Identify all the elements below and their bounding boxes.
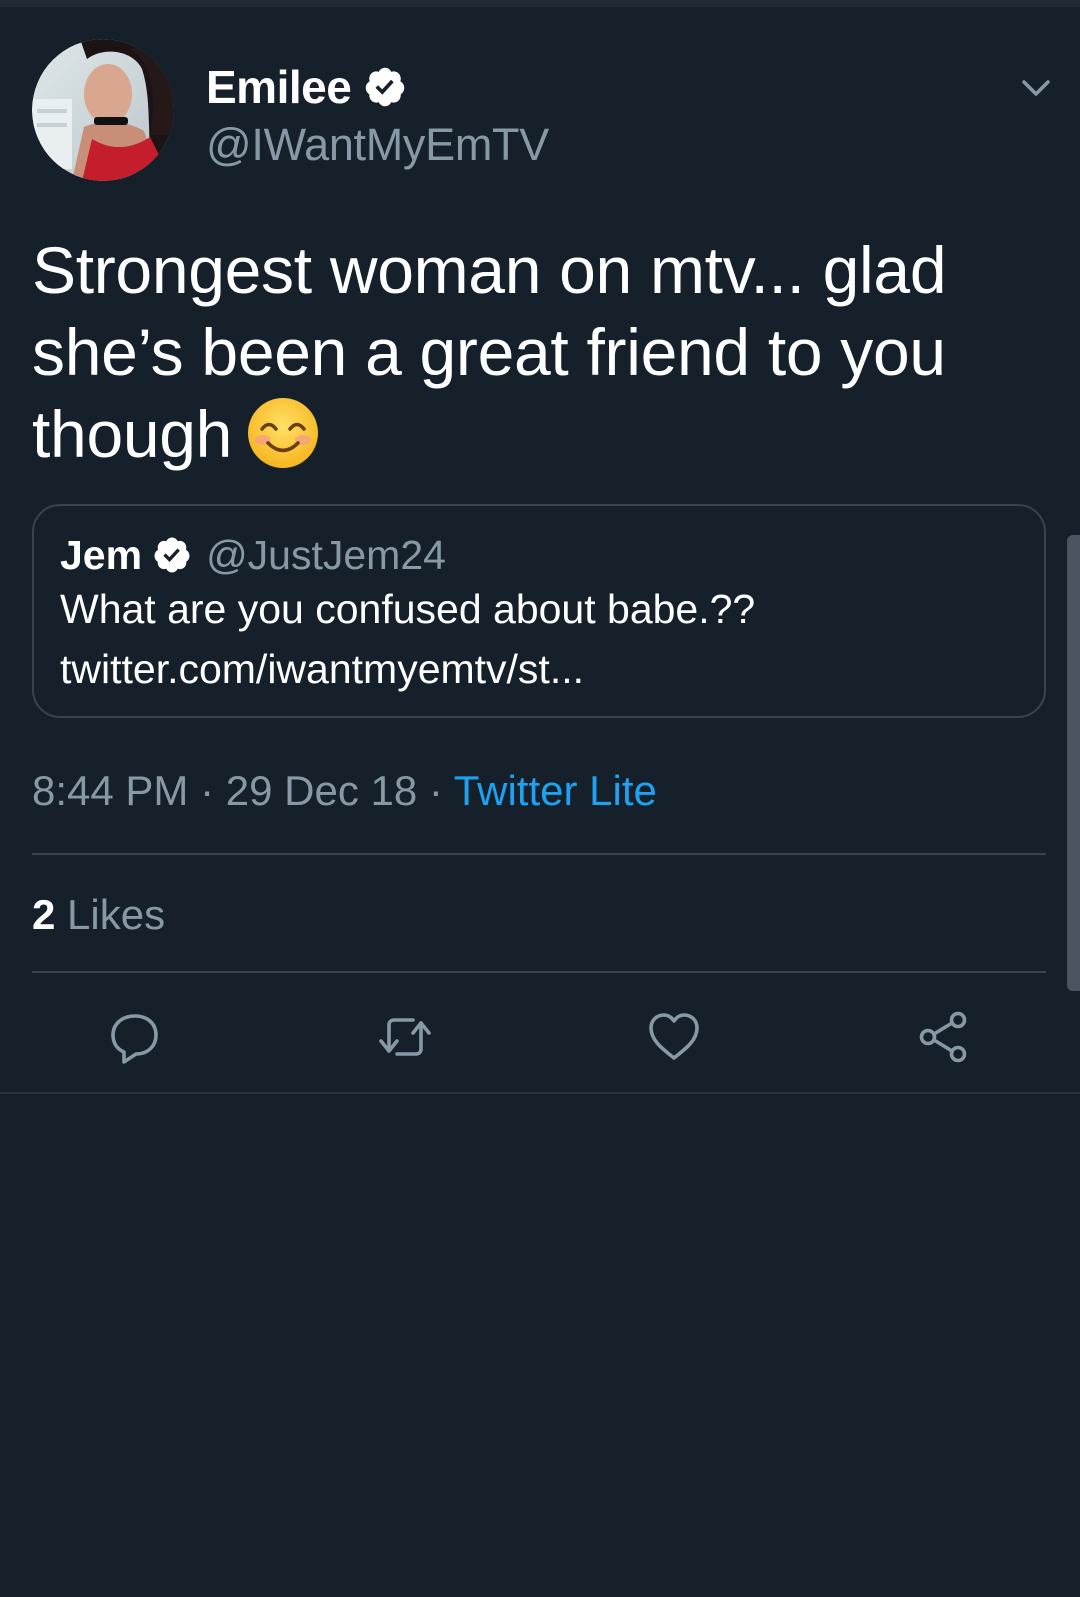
tweet-text: Strongest woman on mtv... glad she’s bee… bbox=[32, 229, 1022, 475]
profile-photo bbox=[32, 39, 174, 181]
author-handle[interactable]: @IWantMyEmTV bbox=[206, 119, 549, 171]
author-name-row[interactable]: Emilee bbox=[206, 59, 407, 115]
tweet-text-line: she’s been a great friend to you bbox=[32, 315, 946, 389]
quoted-author-name: Jem bbox=[60, 531, 143, 578]
like-button[interactable] bbox=[644, 1007, 704, 1067]
author-name[interactable]: Emilee bbox=[206, 60, 352, 114]
likes-count: 2 bbox=[32, 891, 56, 938]
quoted-author-handle: @JustJem24 bbox=[206, 531, 446, 578]
tweet-meta: 8:44 PM · 29 Dec 18 · Twitter Lite bbox=[32, 767, 657, 815]
quoted-tweet-link: twitter.com/iwantmyemtv/st... bbox=[60, 646, 584, 692]
divider bbox=[32, 971, 1046, 973]
likes-stat[interactable]: 2 Likes bbox=[32, 891, 165, 939]
smiling-face-emoji-icon bbox=[246, 396, 320, 470]
scrollbar[interactable] bbox=[1067, 535, 1080, 991]
verified-badge-icon bbox=[152, 535, 192, 575]
divider bbox=[32, 853, 1046, 855]
meta-separator: · bbox=[188, 767, 226, 814]
reply-button[interactable] bbox=[105, 1007, 165, 1067]
retweet-icon bbox=[379, 1018, 431, 1056]
quoted-tweet-header: Jem @JustJem24 bbox=[60, 530, 446, 580]
quoted-tweet-card[interactable]: Jem @JustJem24 What are you confused abo… bbox=[32, 504, 1046, 718]
share-icon bbox=[919, 1011, 967, 1063]
tweet-text-line: though bbox=[32, 397, 233, 471]
meta-separator: · bbox=[417, 767, 454, 814]
chevron-down-icon[interactable] bbox=[1016, 69, 1056, 109]
tweet-time: 8:44 PM bbox=[32, 767, 189, 814]
tweet-source-link[interactable]: Twitter Lite bbox=[454, 767, 657, 814]
tweet-detail: Emilee @IWantMyEmTV Strongest woman on m… bbox=[0, 7, 1080, 1094]
avatar[interactable] bbox=[32, 39, 174, 181]
tweet-text-line: Strongest woman on mtv... glad bbox=[32, 233, 947, 307]
quoted-tweet-text: What are you confused about babe.?? bbox=[60, 586, 756, 632]
tweet-date: 29 Dec 18 bbox=[225, 767, 418, 814]
heart-icon bbox=[649, 1013, 699, 1060]
share-button[interactable] bbox=[914, 1007, 974, 1067]
retweet-button[interactable] bbox=[375, 1007, 435, 1067]
reply-icon bbox=[111, 1014, 158, 1064]
top-strip bbox=[0, 0, 1080, 7]
likes-label: Likes bbox=[55, 891, 166, 938]
tweet-text-line-last: though bbox=[32, 393, 1022, 475]
verified-badge-icon bbox=[363, 65, 407, 109]
